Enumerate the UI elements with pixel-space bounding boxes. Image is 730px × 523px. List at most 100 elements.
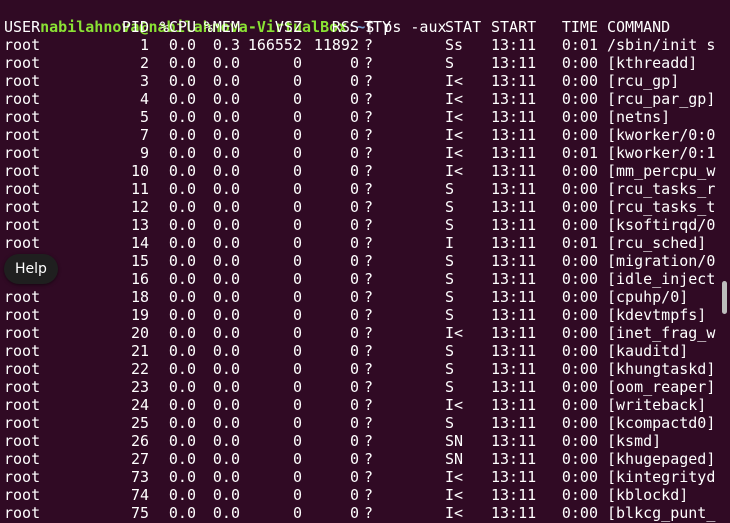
cell-tty: ? — [364, 324, 374, 342]
cell-mem: 0.0 — [212, 306, 240, 324]
col-start-header: START — [491, 18, 537, 36]
cell-cpu: 0.0 — [168, 288, 196, 306]
cell-command: [kthreadd] — [607, 54, 698, 72]
cell-tty: ? — [364, 270, 374, 288]
cell-rss: 0 — [349, 504, 359, 522]
col-tty-header: TTY — [364, 18, 392, 36]
cell-cpu: 0.0 — [168, 504, 196, 522]
col-user-header: USER — [4, 18, 41, 36]
cell-mem: 0.0 — [212, 504, 240, 522]
cell-stat: S — [445, 252, 455, 270]
cell-time: 0:00 — [561, 108, 598, 126]
cell-start: 13:11 — [491, 486, 537, 504]
cell-vsz: 0 — [292, 72, 302, 90]
cell-rss: 11892 — [313, 36, 359, 54]
cell-user: root — [4, 72, 41, 90]
cell-cpu: 0.0 — [168, 342, 196, 360]
cell-cpu: 0.0 — [168, 432, 196, 450]
scrollbar-thumb[interactable] — [722, 281, 727, 314]
cell-cpu: 0.0 — [168, 54, 196, 72]
cell-mem: 0.0 — [212, 378, 240, 396]
cell-start: 13:11 — [491, 36, 537, 54]
cell-tty: ? — [364, 468, 374, 486]
cell-stat: I< — [445, 468, 464, 486]
cell-command: [khungtaskd] — [607, 360, 716, 378]
cell-cpu: 0.0 — [168, 36, 196, 54]
cell-tty: ? — [364, 306, 374, 324]
cell-tty: ? — [364, 72, 374, 90]
cell-user: root — [4, 306, 41, 324]
cell-tty: ? — [364, 216, 374, 234]
cell-mem: 0.0 — [212, 396, 240, 414]
cell-vsz: 0 — [292, 216, 302, 234]
cell-mem: 0.0 — [212, 450, 240, 468]
cell-vsz: 0 — [292, 504, 302, 522]
cell-vsz: 0 — [292, 288, 302, 306]
cell-vsz: 0 — [292, 144, 302, 162]
cell-time: 0:00 — [561, 378, 598, 396]
cell-start: 13:11 — [491, 288, 537, 306]
cell-user: root — [4, 90, 41, 108]
cell-vsz: 0 — [292, 396, 302, 414]
cell-rss: 0 — [349, 252, 359, 270]
cell-user: root — [4, 504, 41, 522]
cell-rss: 0 — [349, 414, 359, 432]
cell-tty: ? — [364, 54, 374, 72]
cell-tty: ? — [364, 234, 374, 252]
cell-command: [ksmd] — [607, 432, 662, 450]
cell-command: [idle_inject — [607, 270, 716, 288]
cell-vsz: 0 — [292, 432, 302, 450]
cell-pid: 16 — [130, 270, 149, 288]
cell-vsz: 0 — [292, 324, 302, 342]
cell-command: [ksoftirqd/0 — [607, 216, 716, 234]
cell-user: root — [4, 414, 41, 432]
cell-mem: 0.3 — [212, 36, 240, 54]
cell-pid: 26 — [130, 432, 149, 450]
cell-mem: 0.0 — [212, 216, 240, 234]
cell-command: [rcu_par_gp] — [607, 90, 716, 108]
cell-mem: 0.0 — [212, 54, 240, 72]
cell-user: root — [4, 396, 41, 414]
cell-time: 0:00 — [561, 126, 598, 144]
cell-pid: 74 — [130, 486, 149, 504]
terminal-window[interactable]: nabilahnova@nabilahnova-VirtualBox:~$ ps… — [0, 0, 730, 523]
prompt-line: nabilahnova@nabilahnova-VirtualBox:~$ ps… — [4, 0, 446, 36]
cell-tty: ? — [364, 432, 374, 450]
cell-time: 0:00 — [561, 162, 598, 180]
cell-mem: 0.0 — [212, 486, 240, 504]
cell-command: [kblockd] — [607, 486, 689, 504]
cell-user: root — [4, 450, 41, 468]
cell-tty: ? — [364, 486, 374, 504]
cell-user: root — [4, 360, 41, 378]
cell-time: 0:00 — [561, 486, 598, 504]
cell-pid: 24 — [130, 396, 149, 414]
cell-start: 13:11 — [491, 108, 537, 126]
cell-rss: 0 — [349, 360, 359, 378]
cell-time: 0:00 — [561, 270, 598, 288]
cell-time: 0:00 — [561, 252, 598, 270]
cell-pid: 2 — [139, 54, 149, 72]
cell-mem: 0.0 — [212, 90, 240, 108]
cell-time: 0:00 — [561, 72, 598, 90]
cell-tty: ? — [364, 36, 374, 54]
cell-start: 13:11 — [491, 360, 537, 378]
cell-mem: 0.0 — [212, 180, 240, 198]
cell-stat: SN — [445, 450, 464, 468]
cell-tty: ? — [364, 450, 374, 468]
cell-rss: 0 — [349, 432, 359, 450]
cell-mem: 0.0 — [212, 324, 240, 342]
cell-command: [rcu_sched] — [607, 234, 707, 252]
cell-vsz: 0 — [292, 198, 302, 216]
help-button[interactable]: Help — [4, 254, 58, 284]
cell-stat: S — [445, 54, 455, 72]
cell-time: 0:00 — [561, 288, 598, 306]
cell-pid: 11 — [130, 180, 149, 198]
cell-cpu: 0.0 — [168, 90, 196, 108]
cell-user: root — [4, 126, 41, 144]
cell-command: [netns] — [607, 108, 671, 126]
cell-time: 0:00 — [561, 324, 598, 342]
cell-rss: 0 — [349, 378, 359, 396]
cell-rss: 0 — [349, 90, 359, 108]
cell-time: 0:00 — [561, 450, 598, 468]
cell-vsz: 0 — [292, 126, 302, 144]
